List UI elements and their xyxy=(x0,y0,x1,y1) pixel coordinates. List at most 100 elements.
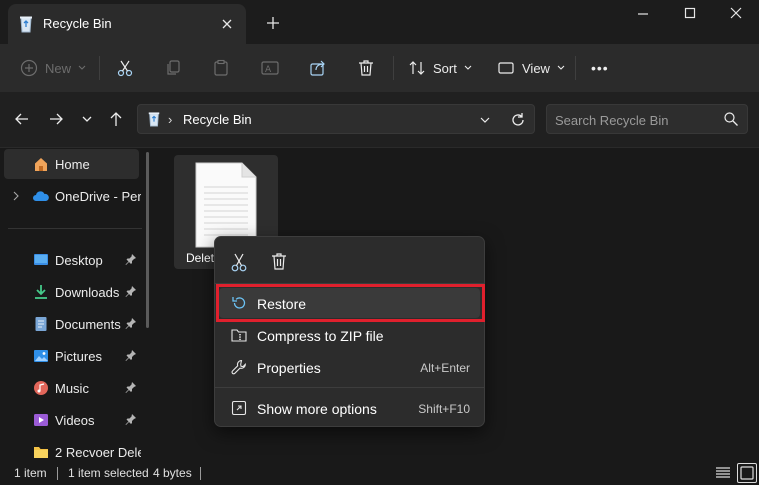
new-plus-icon xyxy=(20,59,38,77)
large-icons-view-icon[interactable] xyxy=(737,463,757,483)
sidebar-item-downloads[interactable]: Downloads xyxy=(4,277,139,307)
item-count: 1 item xyxy=(14,466,47,480)
music-icon xyxy=(33,380,49,396)
documents-icon xyxy=(33,316,49,332)
sidebar-item-label: 2 Recvoer Deleted xyxy=(55,445,141,460)
status-bar: 1 item 1 item selected 4 bytes xyxy=(0,460,759,485)
recycle-bin-icon xyxy=(18,15,34,33)
close-window-icon[interactable] xyxy=(713,0,759,30)
sidebar-item-desktop[interactable]: Desktop xyxy=(4,245,139,275)
back-arrow-icon[interactable] xyxy=(11,108,33,130)
forward-arrow-icon[interactable] xyxy=(45,108,67,130)
chevron-down-icon xyxy=(78,65,86,71)
menu-divider xyxy=(215,387,484,388)
compress-zip-menu-item[interactable]: Compress to ZIP file xyxy=(219,320,480,350)
downloads-icon xyxy=(33,284,49,300)
sidebar-item-pictures[interactable]: Pictures xyxy=(4,341,139,371)
wrench-icon xyxy=(231,359,247,375)
sidebar-item-onedrive[interactable]: OneDrive - Personal xyxy=(4,181,141,211)
pin-icon xyxy=(125,381,137,393)
properties-menu-item[interactable]: Properties Alt+Enter xyxy=(219,352,480,382)
search-input[interactable] xyxy=(555,111,715,129)
sort-button[interactable]: Sort xyxy=(408,54,472,82)
details-view-icon[interactable] xyxy=(713,463,733,483)
pin-icon xyxy=(125,349,137,361)
show-more-options-icon xyxy=(231,400,247,416)
restore-highlight-box xyxy=(216,284,485,322)
new-label: New xyxy=(45,60,72,76)
sort-icon xyxy=(408,59,426,77)
share-icon[interactable] xyxy=(309,54,327,82)
onedrive-icon xyxy=(33,188,49,204)
folder-icon xyxy=(33,444,49,460)
toolbar-divider xyxy=(575,56,576,80)
recent-locations-chevron-icon[interactable] xyxy=(76,108,98,130)
sidebar-item-music[interactable]: Music xyxy=(4,373,139,403)
delete-icon[interactable] xyxy=(266,249,292,275)
videos-icon xyxy=(33,412,49,428)
title-bar: Recycle Bin xyxy=(0,0,759,44)
minimize-icon[interactable] xyxy=(620,0,666,30)
delete-icon[interactable] xyxy=(357,54,375,82)
refresh-icon[interactable] xyxy=(507,109,529,131)
chevron-down-icon xyxy=(557,65,565,71)
svg-text:A: A xyxy=(265,65,272,75)
status-divider xyxy=(57,467,58,480)
up-arrow-icon[interactable] xyxy=(105,108,127,130)
copy-icon[interactable] xyxy=(164,54,182,82)
search-icon[interactable] xyxy=(723,111,739,127)
address-dropdown-icon[interactable] xyxy=(475,110,495,130)
search-box[interactable] xyxy=(546,104,748,134)
selected-size: 4 bytes xyxy=(153,466,192,480)
status-divider xyxy=(200,467,201,480)
pin-icon xyxy=(125,285,137,297)
address-bar[interactable]: › Recycle Bin xyxy=(137,104,535,134)
sidebar-item-videos[interactable]: Videos xyxy=(4,405,139,435)
desktop-icon xyxy=(33,252,49,268)
cut-icon[interactable] xyxy=(226,249,252,275)
navigation-row: › Recycle Bin xyxy=(0,92,759,148)
zip-folder-icon xyxy=(231,327,247,343)
menu-item-label: Show more options xyxy=(257,401,377,417)
sort-label: Sort xyxy=(433,60,457,76)
context-menu: Restore Compress to ZIP file Properties … xyxy=(214,236,485,427)
tab-title: Recycle Bin xyxy=(43,16,112,31)
menu-item-shortcut: Alt+Enter xyxy=(420,361,470,375)
sidebar-item-home[interactable]: Home xyxy=(4,149,139,179)
menu-item-label: Properties xyxy=(257,360,321,376)
show-more-options-menu-item[interactable]: Show more options Shift+F10 xyxy=(219,393,480,423)
menu-item-label: Compress to ZIP file xyxy=(257,328,384,344)
cut-icon[interactable] xyxy=(116,54,134,82)
more-dots-icon: ••• xyxy=(591,60,609,76)
breadcrumb-location[interactable]: Recycle Bin xyxy=(183,112,252,127)
view-icon xyxy=(497,59,515,77)
chevron-down-icon xyxy=(464,65,472,71)
close-tab-icon[interactable] xyxy=(216,13,238,35)
navigation-pane: Home OneDrive - Personal Desktop Downloa… xyxy=(0,148,158,460)
rename-icon[interactable]: A xyxy=(260,54,280,82)
view-button[interactable]: View xyxy=(497,54,565,82)
sidebar-divider xyxy=(8,228,142,229)
sidebar-item-label: Home xyxy=(55,157,90,172)
see-more-button[interactable]: ••• xyxy=(591,54,609,82)
selected-count: 1 item selected xyxy=(68,466,149,480)
view-label: View xyxy=(522,60,550,76)
command-bar: New A Sort View ••• xyxy=(0,44,759,92)
pin-icon xyxy=(125,413,137,425)
home-icon xyxy=(33,156,49,172)
sidebar-item-label: OneDrive - Personal xyxy=(55,189,141,204)
toolbar-divider xyxy=(99,56,100,80)
sidebar-scrollbar[interactable] xyxy=(146,152,149,328)
pin-icon xyxy=(125,317,137,329)
sidebar-item-documents[interactable]: Documents xyxy=(4,309,139,339)
tab-recycle-bin[interactable]: Recycle Bin xyxy=(8,4,246,44)
new-tab-icon[interactable] xyxy=(262,12,284,34)
paste-icon[interactable] xyxy=(212,54,230,82)
pin-icon xyxy=(125,253,137,265)
pictures-icon xyxy=(33,348,49,364)
expand-chevron-icon[interactable] xyxy=(12,190,20,202)
menu-item-shortcut: Shift+F10 xyxy=(418,402,470,416)
maximize-icon[interactable] xyxy=(667,0,713,30)
new-button[interactable]: New xyxy=(20,54,86,82)
breadcrumb-chevron: › xyxy=(168,112,173,127)
